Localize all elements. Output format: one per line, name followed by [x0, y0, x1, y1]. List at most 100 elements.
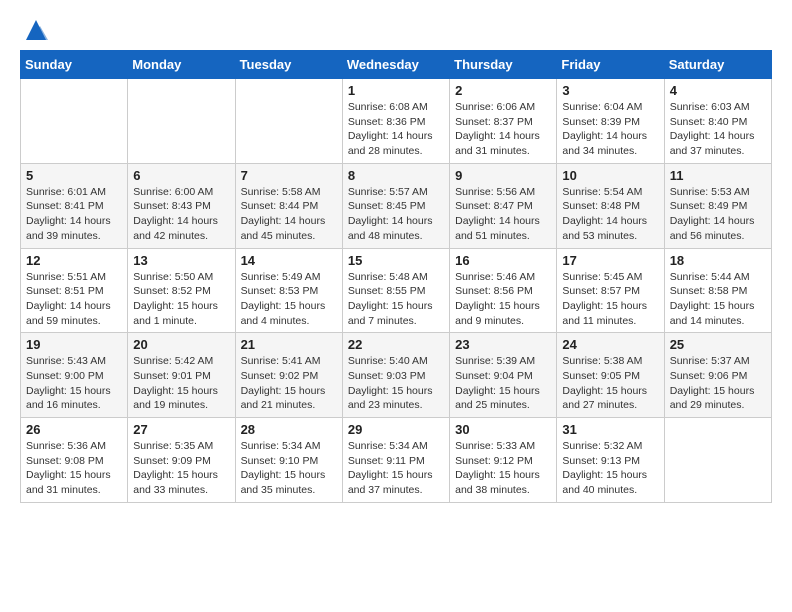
- day-info: Sunrise: 6:04 AM Sunset: 8:39 PM Dayligh…: [562, 100, 658, 159]
- day-info: Sunrise: 5:42 AM Sunset: 9:01 PM Dayligh…: [133, 354, 229, 413]
- calendar-cell: 22 Sunrise: 5:40 AM Sunset: 9:03 PM Dayli…: [342, 333, 449, 418]
- day-info: Sunrise: 5:50 AM Sunset: 8:52 PM Dayligh…: [133, 270, 229, 329]
- day-info: Sunrise: 6:00 AM Sunset: 8:43 PM Dayligh…: [133, 185, 229, 244]
- calendar-cell: 14 Sunrise: 5:49 AM Sunset: 8:53 PM Dayli…: [235, 248, 342, 333]
- day-number: 22: [348, 337, 444, 352]
- day-number: 18: [670, 253, 766, 268]
- day-info: Sunrise: 5:43 AM Sunset: 9:00 PM Dayligh…: [26, 354, 122, 413]
- day-info: Sunrise: 5:39 AM Sunset: 9:04 PM Dayligh…: [455, 354, 551, 413]
- weekday-header-tuesday: Tuesday: [235, 51, 342, 79]
- calendar-cell: 5 Sunrise: 6:01 AM Sunset: 8:41 PM Daylig…: [21, 163, 128, 248]
- calendar-cell: 4 Sunrise: 6:03 AM Sunset: 8:40 PM Daylig…: [664, 79, 771, 164]
- calendar-cell: 24Sunrise: 5:38 AM Sunset: 9:05 PM Dayli…: [557, 333, 664, 418]
- day-number: 28: [241, 422, 337, 437]
- calendar-cell: 17 Sunrise: 5:45 AM Sunset: 8:57 PM Dayli…: [557, 248, 664, 333]
- weekday-header-sunday: Sunday: [21, 51, 128, 79]
- day-number: 20: [133, 337, 229, 352]
- calendar-cell: 8 Sunrise: 5:57 AM Sunset: 8:45 PM Daylig…: [342, 163, 449, 248]
- logo: [20, 16, 50, 40]
- day-number: 6: [133, 168, 229, 183]
- day-number: 1: [348, 83, 444, 98]
- day-info: Sunrise: 5:38 AM Sunset: 9:05 PM Dayligh…: [562, 354, 658, 413]
- day-number: 15: [348, 253, 444, 268]
- weekday-header-saturday: Saturday: [664, 51, 771, 79]
- day-number: 16: [455, 253, 551, 268]
- calendar-cell: 25Sunrise: 5:37 AM Sunset: 9:06 PM Dayli…: [664, 333, 771, 418]
- day-number: 5: [26, 168, 122, 183]
- day-number: 21: [241, 337, 337, 352]
- day-info: Sunrise: 5:34 AM Sunset: 9:10 PM Dayligh…: [241, 439, 337, 498]
- day-info: Sunrise: 6:03 AM Sunset: 8:40 PM Dayligh…: [670, 100, 766, 159]
- day-number: 4: [670, 83, 766, 98]
- day-info: Sunrise: 5:45 AM Sunset: 8:57 PM Dayligh…: [562, 270, 658, 329]
- day-info: Sunrise: 5:46 AM Sunset: 8:56 PM Dayligh…: [455, 270, 551, 329]
- calendar-cell: 30 Sunrise: 5:33 AM Sunset: 9:12 PM Dayli…: [450, 418, 557, 503]
- day-info: Sunrise: 6:01 AM Sunset: 8:41 PM Dayligh…: [26, 185, 122, 244]
- day-info: Sunrise: 5:51 AM Sunset: 8:51 PM Dayligh…: [26, 270, 122, 329]
- day-info: Sunrise: 5:54 AM Sunset: 8:48 PM Dayligh…: [562, 185, 658, 244]
- day-info: Sunrise: 5:41 AM Sunset: 9:02 PM Dayligh…: [241, 354, 337, 413]
- day-number: 14: [241, 253, 337, 268]
- calendar-cell: 23 Sunrise: 5:39 AM Sunset: 9:04 PM Dayli…: [450, 333, 557, 418]
- day-number: 3: [562, 83, 658, 98]
- weekday-header-thursday: Thursday: [450, 51, 557, 79]
- calendar-cell: 2Sunrise: 6:06 AM Sunset: 8:37 PM Daylig…: [450, 79, 557, 164]
- day-number: 7: [241, 168, 337, 183]
- week-row-5: 26Sunrise: 5:36 AM Sunset: 9:08 PM Dayli…: [21, 418, 772, 503]
- day-number: 13: [133, 253, 229, 268]
- logo-icon: [22, 16, 50, 44]
- day-number: 17: [562, 253, 658, 268]
- day-number: 31: [562, 422, 658, 437]
- day-info: Sunrise: 5:33 AM Sunset: 9:12 PM Dayligh…: [455, 439, 551, 498]
- calendar-cell: 18Sunrise: 5:44 AM Sunset: 8:58 PM Dayli…: [664, 248, 771, 333]
- calendar-cell: 15 Sunrise: 5:48 AM Sunset: 8:55 PM Dayli…: [342, 248, 449, 333]
- weekday-header-wednesday: Wednesday: [342, 51, 449, 79]
- calendar-cell: [21, 79, 128, 164]
- calendar-cell: 16 Sunrise: 5:46 AM Sunset: 8:56 PM Dayli…: [450, 248, 557, 333]
- day-info: Sunrise: 5:34 AM Sunset: 9:11 PM Dayligh…: [348, 439, 444, 498]
- day-info: Sunrise: 5:57 AM Sunset: 8:45 PM Dayligh…: [348, 185, 444, 244]
- day-number: 2: [455, 83, 551, 98]
- day-info: Sunrise: 5:56 AM Sunset: 8:47 PM Dayligh…: [455, 185, 551, 244]
- calendar-cell: 20 Sunrise: 5:42 AM Sunset: 9:01 PM Dayli…: [128, 333, 235, 418]
- day-number: 23: [455, 337, 551, 352]
- day-number: 29: [348, 422, 444, 437]
- week-row-1: 1 Sunrise: 6:08 AM Sunset: 8:36 PM Daylig…: [21, 79, 772, 164]
- calendar-cell: 6 Sunrise: 6:00 AM Sunset: 8:43 PM Daylig…: [128, 163, 235, 248]
- day-info: Sunrise: 6:08 AM Sunset: 8:36 PM Dayligh…: [348, 100, 444, 159]
- page: SundayMondayTuesdayWednesdayThursdayFrid…: [0, 0, 792, 523]
- day-info: Sunrise: 5:58 AM Sunset: 8:44 PM Dayligh…: [241, 185, 337, 244]
- calendar-cell: 31 Sunrise: 5:32 AM Sunset: 9:13 PM Dayli…: [557, 418, 664, 503]
- calendar-cell: 27 Sunrise: 5:35 AM Sunset: 9:09 PM Dayli…: [128, 418, 235, 503]
- weekday-header-row: SundayMondayTuesdayWednesdayThursdayFrid…: [21, 51, 772, 79]
- week-row-3: 12Sunrise: 5:51 AM Sunset: 8:51 PM Dayli…: [21, 248, 772, 333]
- calendar-cell: 19 Sunrise: 5:43 AM Sunset: 9:00 PM Dayli…: [21, 333, 128, 418]
- calendar-cell: 9 Sunrise: 5:56 AM Sunset: 8:47 PM Daylig…: [450, 163, 557, 248]
- calendar-table: SundayMondayTuesdayWednesdayThursdayFrid…: [20, 50, 772, 503]
- day-info: Sunrise: 5:48 AM Sunset: 8:55 PM Dayligh…: [348, 270, 444, 329]
- calendar-cell: [235, 79, 342, 164]
- day-number: 30: [455, 422, 551, 437]
- day-info: Sunrise: 5:49 AM Sunset: 8:53 PM Dayligh…: [241, 270, 337, 329]
- day-number: 11: [670, 168, 766, 183]
- day-number: 25: [670, 337, 766, 352]
- day-info: Sunrise: 5:32 AM Sunset: 9:13 PM Dayligh…: [562, 439, 658, 498]
- week-row-2: 5 Sunrise: 6:01 AM Sunset: 8:41 PM Daylig…: [21, 163, 772, 248]
- calendar-cell: 1 Sunrise: 6:08 AM Sunset: 8:36 PM Daylig…: [342, 79, 449, 164]
- day-info: Sunrise: 5:35 AM Sunset: 9:09 PM Dayligh…: [133, 439, 229, 498]
- header: [20, 16, 772, 40]
- day-number: 8: [348, 168, 444, 183]
- calendar-cell: 28 Sunrise: 5:34 AM Sunset: 9:10 PM Dayli…: [235, 418, 342, 503]
- day-number: 19: [26, 337, 122, 352]
- day-info: Sunrise: 5:53 AM Sunset: 8:49 PM Dayligh…: [670, 185, 766, 244]
- day-info: Sunrise: 5:40 AM Sunset: 9:03 PM Dayligh…: [348, 354, 444, 413]
- day-number: 26: [26, 422, 122, 437]
- calendar-cell: 13 Sunrise: 5:50 AM Sunset: 8:52 PM Dayli…: [128, 248, 235, 333]
- day-number: 10: [562, 168, 658, 183]
- day-number: 27: [133, 422, 229, 437]
- calendar-cell: 21 Sunrise: 5:41 AM Sunset: 9:02 PM Dayli…: [235, 333, 342, 418]
- day-number: 9: [455, 168, 551, 183]
- calendar-cell: 3 Sunrise: 6:04 AM Sunset: 8:39 PM Daylig…: [557, 79, 664, 164]
- calendar-cell: [128, 79, 235, 164]
- calendar-cell: 29 Sunrise: 5:34 AM Sunset: 9:11 PM Dayli…: [342, 418, 449, 503]
